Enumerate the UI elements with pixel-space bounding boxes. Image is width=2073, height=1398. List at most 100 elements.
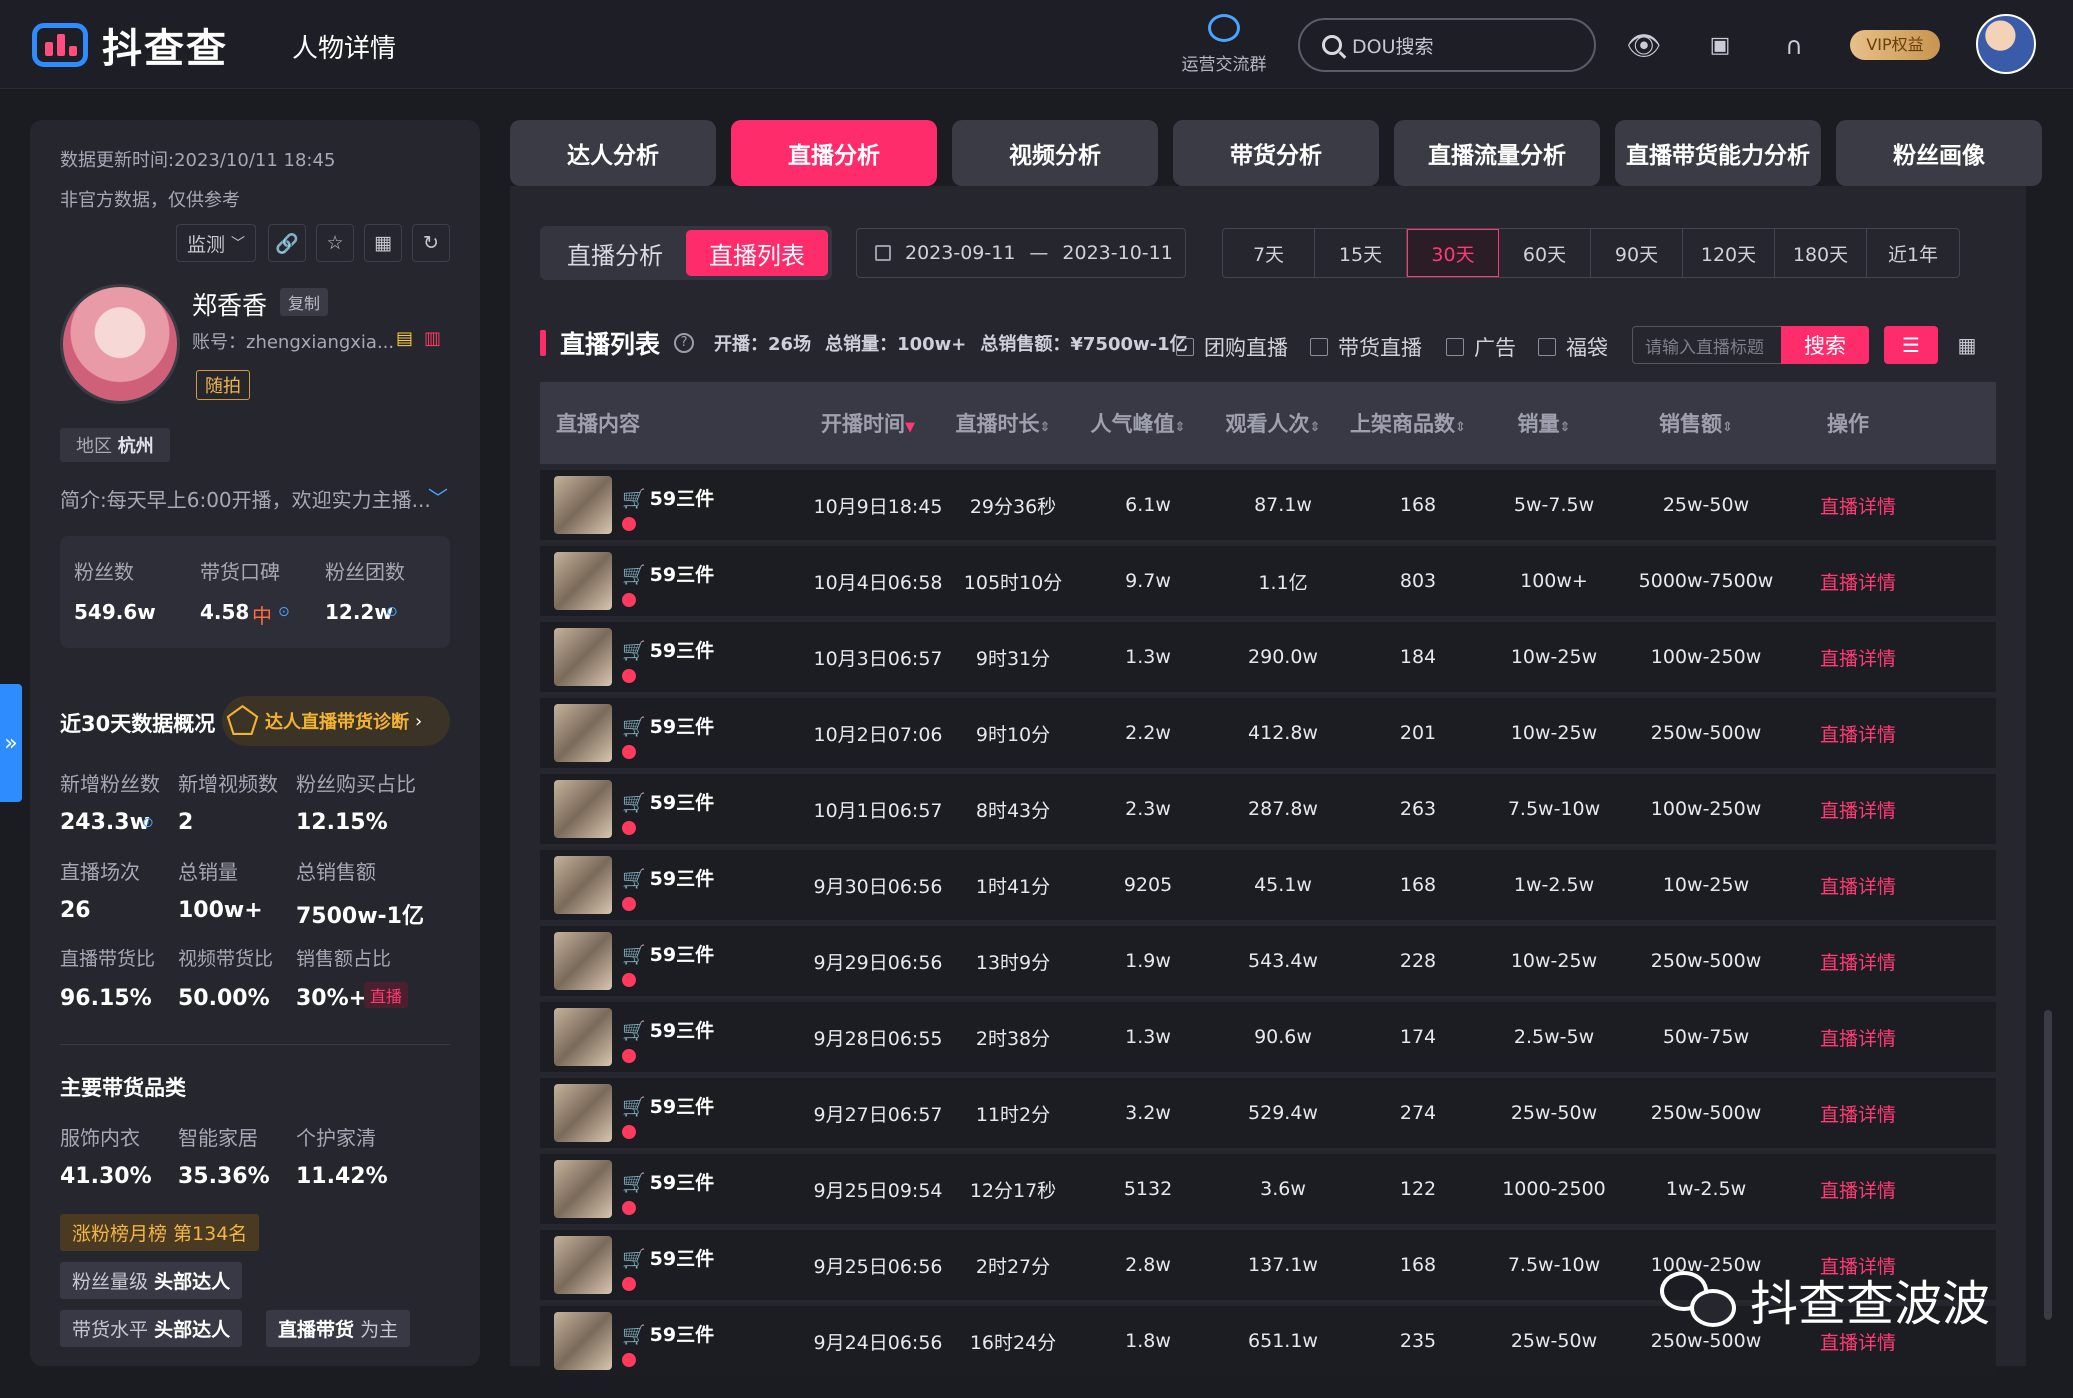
live-title[interactable]: 59三件: [650, 564, 714, 586]
filter-sales-live[interactable]: 带货直播: [1310, 332, 1422, 362]
live-title[interactable]: 59三件: [650, 1096, 714, 1118]
detail-link[interactable]: 直播详情: [1790, 948, 1926, 975]
checkbox[interactable]: [1310, 338, 1328, 356]
detail-link[interactable]: 直播详情: [1790, 568, 1926, 595]
ops-group-link[interactable]: 运营交流群: [1170, 14, 1278, 75]
tab-fan-profile[interactable]: 粉丝画像: [1836, 120, 2042, 186]
tab-live-sales-ability[interactable]: 直播带货能力分析: [1615, 120, 1821, 186]
detail-link[interactable]: 直播详情: [1790, 644, 1926, 671]
live-cover-thumbnail[interactable]: [554, 856, 612, 914]
period-60d[interactable]: 60天: [1499, 229, 1591, 277]
live-cover-thumbnail[interactable]: [554, 932, 612, 990]
live-title[interactable]: 59三件: [650, 1324, 714, 1346]
tab-live-traffic[interactable]: 直播流量分析: [1394, 120, 1600, 186]
live-cover-thumbnail[interactable]: [554, 552, 612, 610]
live-cover-thumbnail[interactable]: [554, 1084, 612, 1142]
period-1y[interactable]: 近1年: [1867, 229, 1959, 277]
grid-view-icon[interactable]: ▦: [1940, 326, 1994, 364]
period-30d[interactable]: 30天: [1407, 229, 1499, 277]
live-cover-thumbnail[interactable]: [554, 476, 612, 534]
tab-live-analysis[interactable]: 直播分析: [731, 120, 937, 186]
table-row[interactable]: 🛒 59三件 9月28日06:55 2时38分 1.3w 90.6w 174 2.5w-5w 5…: [540, 1002, 1996, 1072]
live-title[interactable]: 59三件: [650, 1248, 714, 1270]
logo[interactable]: 抖查查: [32, 20, 228, 72]
live-title[interactable]: 59三件: [650, 868, 714, 890]
headset-icon[interactable]: ∩: [1776, 28, 1812, 64]
app-icon[interactable]: ▣: [1702, 28, 1738, 64]
col-views[interactable]: 观看人次⇕: [1206, 408, 1340, 438]
subtab-live-analysis[interactable]: 直播分析: [544, 230, 686, 276]
expand-sidebar-handle[interactable]: »: [0, 684, 22, 802]
live-cover-thumbnail[interactable]: [554, 1008, 612, 1066]
col-products[interactable]: 上架商品数⇕: [1340, 408, 1476, 438]
checkbox[interactable]: [1538, 338, 1556, 356]
refresh-icon[interactable]: ↻: [412, 224, 450, 262]
copy-button[interactable]: 复制: [280, 288, 329, 316]
live-cover-thumbnail[interactable]: [554, 1312, 612, 1370]
tab-sales-analysis[interactable]: 带货分析: [1173, 120, 1379, 186]
date-range-picker[interactable]: 2023-09-11 — 2023-10-11: [856, 228, 1186, 278]
table-row[interactable]: 🛒 59三件 9月30日06:56 1时41分 9205 45.1w 168 1w-2.5w 1…: [540, 850, 1996, 920]
period-15d[interactable]: 15天: [1315, 229, 1407, 277]
monitor-dropdown[interactable]: 监测 ﹀: [176, 224, 256, 262]
search-button[interactable]: 搜索: [1781, 326, 1869, 364]
table-row[interactable]: 🛒 59三件 10月9日18:45 29分36秒 6.1w 87.1w 168 5w-7.5w…: [540, 470, 1996, 540]
filter-ad[interactable]: 广告: [1446, 332, 1516, 362]
user-avatar[interactable]: [1976, 14, 2036, 74]
dou-search-input[interactable]: DOU搜索: [1298, 18, 1596, 72]
live-title[interactable]: 59三件: [650, 792, 714, 814]
col-start-time[interactable]: 开播时间▼: [800, 408, 936, 438]
live-cover-thumbnail[interactable]: [554, 780, 612, 838]
period-120d[interactable]: 120天: [1683, 229, 1775, 277]
table-row[interactable]: 🛒 59三件 10月3日06:57 9时31分 1.3w 290.0w 184 10w-25w…: [540, 622, 1996, 692]
vip-button[interactable]: VIP权益: [1850, 30, 1940, 60]
table-row[interactable]: 🛒 59三件 9月25日09:54 12分17秒 5132 3.6w 122 1000-250…: [540, 1154, 1996, 1224]
live-title[interactable]: 59三件: [650, 640, 714, 662]
detail-link[interactable]: 直播详情: [1790, 720, 1926, 747]
filter-group-buy[interactable]: 团购直播: [1176, 332, 1288, 362]
diagnose-button[interactable]: ⬠ 达人直播带货诊断 ›: [222, 696, 450, 746]
period-90d[interactable]: 90天: [1591, 229, 1683, 277]
list-view-icon[interactable]: ☰: [1884, 326, 1938, 364]
table-row[interactable]: 🛒 59三件 9月27日06:57 11时2分 3.2w 529.4w 274 25w-50w…: [540, 1078, 1996, 1148]
col-sales[interactable]: 销量⇕: [1476, 408, 1612, 438]
detail-link[interactable]: 直播详情: [1790, 872, 1926, 899]
table-row[interactable]: 🛒 59三件 9月29日06:56 13时9分 1.9w 543.4w 228 10w-25w…: [540, 926, 1996, 996]
qrcode-icon[interactable]: ▦: [364, 224, 402, 262]
table-row[interactable]: 🛒 59三件 10月1日06:57 8时43分 2.3w 287.8w 263 7.5w-10…: [540, 774, 1996, 844]
live-title[interactable]: 59三件: [650, 716, 714, 738]
checkbox[interactable]: [1176, 338, 1194, 356]
table-row[interactable]: 🛒 59三件 10月4日06:58 105时10分 9.7w 1.1亿 803 100w+ 50…: [540, 546, 1996, 616]
eye-icon[interactable]: 👁: [1626, 28, 1662, 64]
subtab-live-list[interactable]: 直播列表: [686, 230, 828, 276]
table-row[interactable]: 🛒 59三件 10月2日07:06 9时10分 2.2w 412.8w 201 10w-25w…: [540, 698, 1996, 768]
period-7d[interactable]: 7天: [1223, 229, 1315, 277]
detail-link[interactable]: 直播详情: [1790, 1176, 1926, 1203]
info-icon[interactable]: ⊙: [142, 815, 154, 831]
tab-video-analysis[interactable]: 视频分析: [952, 120, 1158, 186]
link-icon[interactable]: 🔗: [268, 224, 306, 262]
live-title-search-input[interactable]: 请输入直播标题: [1632, 326, 1782, 364]
info-icon[interactable]: ⊙: [278, 604, 290, 620]
detail-link[interactable]: 直播详情: [1790, 1024, 1926, 1051]
detail-link[interactable]: 直播详情: [1790, 796, 1926, 823]
col-duration[interactable]: 直播时长⇕: [936, 408, 1070, 438]
tab-talent-analysis[interactable]: 达人分析: [510, 120, 716, 186]
detail-link[interactable]: 直播详情: [1790, 492, 1926, 519]
rank-chip[interactable]: 涨粉榜月榜 第134名: [60, 1214, 260, 1251]
live-cover-thumbnail[interactable]: [554, 1160, 612, 1218]
live-title[interactable]: 59三件: [650, 1020, 714, 1042]
live-cover-thumbnail[interactable]: [554, 704, 612, 762]
period-180d[interactable]: 180天: [1775, 229, 1867, 277]
star-icon[interactable]: ☆: [316, 224, 354, 262]
live-title[interactable]: 59三件: [650, 488, 714, 510]
live-title[interactable]: 59三件: [650, 944, 714, 966]
col-peak[interactable]: 人气峰值⇕: [1070, 408, 1206, 438]
help-icon[interactable]: ?: [674, 333, 695, 353]
detail-link[interactable]: 直播详情: [1790, 1100, 1926, 1127]
filter-lucky-bag[interactable]: 福袋: [1538, 332, 1608, 362]
live-cover-thumbnail[interactable]: [554, 1236, 612, 1294]
expand-icon[interactable]: ﹀: [428, 482, 448, 511]
col-amount[interactable]: 销售额⇕: [1612, 408, 1780, 438]
checkbox[interactable]: [1446, 338, 1464, 356]
